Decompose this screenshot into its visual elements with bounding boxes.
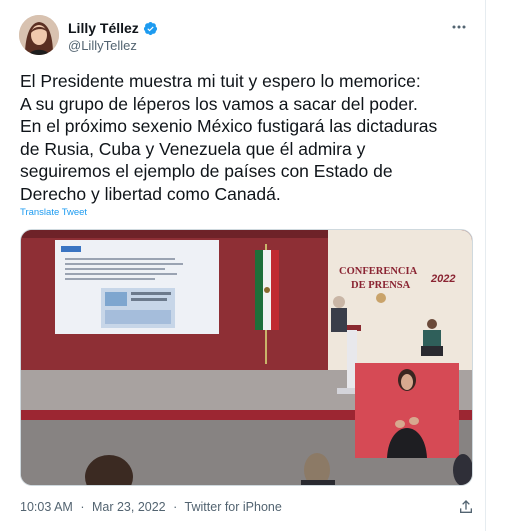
translate-tweet-link[interactable]: Translate Tweet bbox=[20, 207, 87, 218]
more-horizontal-icon[interactable] bbox=[452, 20, 466, 39]
banner-title-line1: CONFERENCIA bbox=[339, 266, 418, 277]
tweet-time[interactable]: 10:03 AM bbox=[20, 500, 73, 514]
author-name-row: Lilly Téllez bbox=[68, 20, 158, 36]
meta-separator: · bbox=[173, 500, 178, 514]
tweet-source[interactable]: Twitter for iPhone bbox=[185, 500, 282, 514]
tweet-text-line: A su grupo de léperos los vamos a sacar … bbox=[20, 93, 418, 114]
press-conference-photo: CONFERENCIA DE PRENSA 2022 bbox=[21, 230, 472, 485]
tweet-text-line: El Presidente muestra mi tuit y espero l… bbox=[20, 71, 421, 91]
tweet-text-line: En el próximo sexenio México fustigará l… bbox=[20, 116, 438, 136]
share-icon[interactable] bbox=[458, 499, 474, 515]
avatar-image bbox=[19, 15, 59, 55]
meta-separator: · bbox=[80, 500, 85, 514]
avatar[interactable] bbox=[19, 15, 59, 55]
banner-title-line2: DE PRENSA bbox=[351, 280, 411, 291]
tweet-media-photo[interactable]: CONFERENCIA DE PRENSA 2022 bbox=[20, 229, 473, 486]
tweet-metadata: 10:03 AM · Mar 23, 2022 · Twitter for iP… bbox=[20, 500, 282, 514]
tweet-text-line: de Rusia, Cuba y Venezuela que él admira… bbox=[20, 138, 366, 159]
user-handle[interactable]: @LillyTellez bbox=[68, 38, 137, 53]
display-name[interactable]: Lilly Téllez bbox=[68, 20, 139, 36]
verified-badge-icon bbox=[143, 21, 157, 35]
tweet-card: Lilly Téllez @LillyTellez El Presidente … bbox=[0, 0, 486, 531]
tweet-text: El Presidente muestra mi tuit y espero l… bbox=[20, 70, 480, 205]
tweet-text-line: Derecho y libertad como Canadá. bbox=[20, 183, 281, 204]
banner-year: 2022 bbox=[430, 273, 455, 285]
tweet-text-line: seguiremos el ejemplo de países con Esta… bbox=[20, 161, 393, 181]
tweet-date[interactable]: Mar 23, 2022 bbox=[92, 500, 166, 514]
